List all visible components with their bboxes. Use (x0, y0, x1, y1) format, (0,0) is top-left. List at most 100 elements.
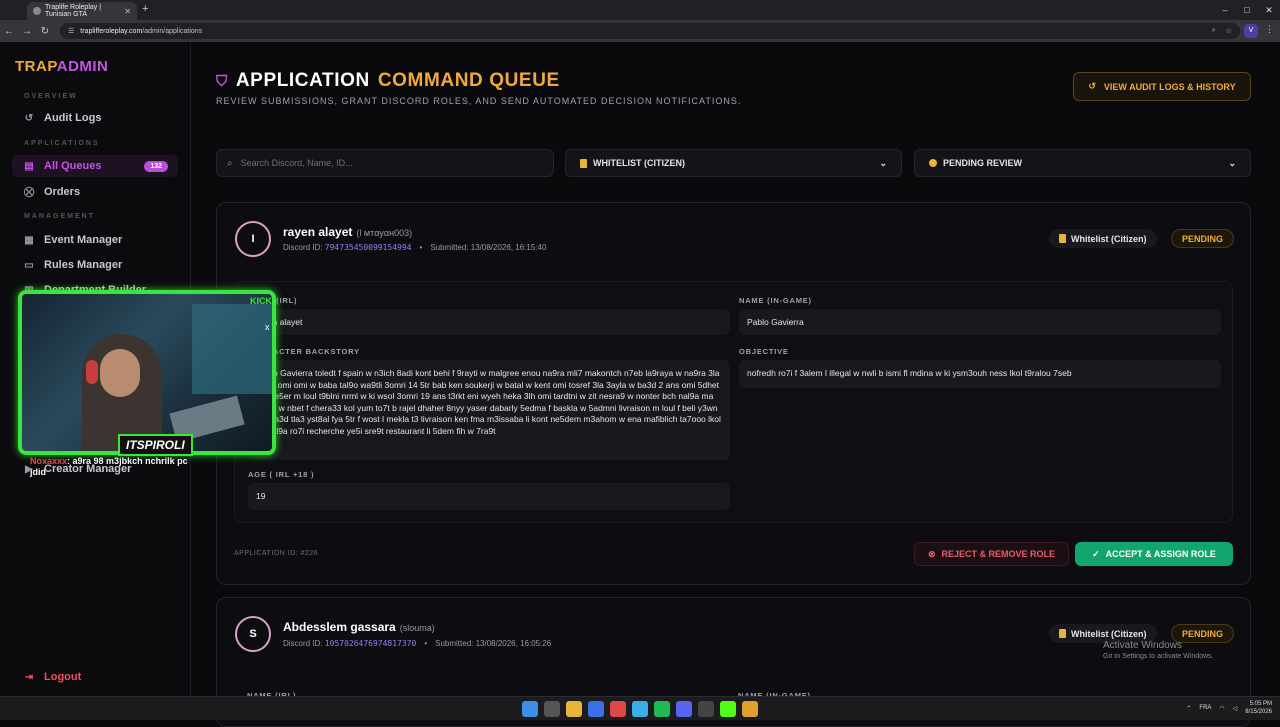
clock[interactable]: 5:05 PM 8/15/2026 (1245, 700, 1272, 716)
url-host: traplifferoleplay.com (80, 27, 143, 35)
sidebar-item-audit-logs[interactable]: ↺ Audit Logs (24, 107, 180, 129)
applicant-meta: Discord ID: 1057026476974817370 • Submit… (283, 639, 552, 648)
view-audit-logs-button[interactable]: ↺ VIEW AUDIT LOGS & HISTORY (1073, 72, 1251, 101)
minimize-icon[interactable]: – (1214, 0, 1236, 20)
document-icon (1059, 629, 1066, 638)
search-input[interactable] (240, 158, 521, 168)
submitted-date: Submitted: 13/08/2026, 16:05:26 (435, 639, 552, 648)
address-bar[interactable]: ☰ traplifferoleplay.com/admin/applicatio… (60, 23, 1240, 39)
role-tag: Whitelist (Citizen) (1049, 229, 1157, 248)
section-management: MANAGEMENT (24, 213, 95, 220)
language-indicator[interactable]: FRA (1199, 705, 1211, 711)
chevron-down-icon: ⌄ (879, 157, 887, 168)
chrome-icon[interactable] (610, 701, 626, 717)
applicant-name: rayen alayet (l мтαуαн003) (283, 225, 413, 239)
monitor-shape (192, 304, 272, 394)
zoom-icon[interactable]: ⌕ (1212, 27, 1216, 35)
new-tab-icon[interactable]: + (142, 3, 148, 15)
chevron-up-icon[interactable]: ⌃ (1186, 705, 1191, 712)
taskbar-apps (522, 701, 758, 717)
taskbar: ⌃ FRA ◠ ◁ 5:05 PM 8/15/2026 (0, 696, 1280, 720)
book-icon: ▭ (24, 259, 34, 271)
system-tray: ⌃ FRA ◠ ◁ 5:05 PM 8/15/2026 (1186, 700, 1272, 716)
submitted-date: Submitted: 13/08/2026, 16:15:40 (430, 243, 547, 252)
cart-icon: ⛒ (24, 186, 35, 198)
label-objective: OBJECTIVE (739, 347, 789, 356)
chat-message: Noxaxxx: a9ra 98 m3jbkch nchrilk pc jdid (30, 456, 188, 477)
forward-icon[interactable]: → (18, 26, 36, 37)
reject-remove-role-button[interactable]: ⊗ REJECT & REMOVE ROLE (914, 542, 1069, 566)
applicant-avatar: I (235, 221, 271, 257)
webcam-overlay (18, 290, 276, 455)
application-type-select[interactable]: WHITELIST (CITIZEN) ⌄ (565, 149, 902, 177)
page-subtitle: REVIEW SUBMISSIONS, GRANT DISCORD ROLES,… (216, 96, 742, 106)
logout-icon: ⇥ (24, 671, 34, 683)
calendar-icon: ▦ (24, 234, 34, 246)
main-content: ⛉ APPLICATION COMMAND QUEUE REVIEW SUBMI… (192, 42, 1280, 727)
brand-logo[interactable]: TRAPADMIN (15, 58, 108, 75)
start-icon[interactable] (522, 701, 538, 717)
browser-toolbar: ← → ↻ ☰ traplifferoleplay.com/admin/appl… (0, 20, 1280, 42)
discord-icon[interactable] (676, 701, 692, 717)
history-icon: ↺ (24, 112, 34, 124)
history-icon: ↺ (1088, 81, 1096, 91)
applicant-nick: (l мтαуαн003) (356, 228, 413, 238)
section-applications: APPLICATIONS (24, 140, 100, 147)
kick-icon[interactable] (720, 701, 736, 717)
applicant-meta: Discord ID: 794735450099154994 • Submitt… (283, 243, 547, 252)
spotify-icon[interactable] (654, 701, 670, 717)
sidebar-item-rules-manager[interactable]: ▭ Rules Manager (24, 254, 180, 276)
x-circle-icon: ⊗ (927, 548, 936, 559)
page-title: ⛉ APPLICATION COMMAND QUEUE (216, 70, 560, 91)
profile-avatar[interactable]: V (1244, 24, 1258, 38)
close-tab-icon[interactable]: ✕ (124, 7, 131, 16)
shield-icon: ⛉ (216, 72, 228, 90)
sidebar-item-orders[interactable]: ⛒ Orders (24, 181, 180, 203)
app-icon[interactable] (698, 701, 714, 717)
back-icon[interactable]: ← (0, 26, 18, 37)
applicant-avatar: S (235, 616, 271, 652)
file-explorer-icon[interactable] (566, 701, 582, 717)
store-icon[interactable] (588, 701, 604, 717)
field-backstory: Pablo Gavierra toledt f spain w n3ich 8a… (248, 360, 730, 460)
field-objective: nofredh ro7i f 3alem l illegal w nwli b … (739, 360, 1221, 388)
activate-windows-title: Activate Windows (1103, 640, 1182, 651)
search-icon[interactable] (544, 701, 560, 717)
list-icon: ▤ (24, 160, 34, 172)
close-window-icon[interactable]: ✕ (1258, 0, 1280, 20)
browser-tab[interactable]: Traplife Roleplay | Tunisian GTA ✕ (27, 2, 137, 20)
streamer-name: ITSPIROLI (118, 434, 193, 456)
label-name-ingame: NAME (IN-GAME) (739, 296, 812, 305)
wifi-icon[interactable]: ◠ (1219, 705, 1224, 712)
chrome-active-icon[interactable] (742, 701, 758, 717)
sidebar-item-event-manager[interactable]: ▦ Event Manager (24, 229, 180, 251)
field-name-irl: rayen alayet (248, 309, 730, 335)
discord-id: 1057026476974817370 (324, 639, 417, 648)
document-icon (1059, 234, 1066, 243)
search-box[interactable]: ⌕ (216, 149, 554, 177)
headphones-icon (86, 360, 98, 384)
status-select[interactable]: PENDING REVIEW ⌄ (914, 149, 1251, 177)
tab-title: Traplife Roleplay | Tunisian GTA (45, 4, 102, 18)
window-controls: – □ ✕ (1214, 0, 1280, 20)
browser-menu-icon[interactable]: ⋮ (1265, 24, 1274, 35)
site-info-icon[interactable]: ☰ (68, 27, 74, 35)
logout-button[interactable]: ⇥ Logout (24, 666, 180, 688)
maximize-icon[interactable]: □ (1236, 0, 1258, 20)
discord-id: 794735450099154994 (324, 243, 412, 252)
browser-tabstrip: Traplife Roleplay | Tunisian GTA ✕ + – □… (0, 0, 1280, 20)
accept-assign-role-button[interactable]: ✓ ACCEPT & ASSIGN ROLE (1075, 542, 1233, 566)
status-badge: PENDING (1171, 229, 1235, 248)
application-card: I rayen alayet (l мтαуαн003) Discord ID: … (216, 202, 1251, 585)
bookmark-star-icon[interactable]: ☆ (1226, 27, 1232, 35)
sidebar-item-all-queues[interactable]: ▤ All Queues 132 (12, 155, 178, 177)
kick-logo: KICK (250, 296, 272, 306)
chevron-down-icon: ⌄ (1228, 157, 1236, 168)
field-name-ingame: Pablo Gavierra (739, 309, 1221, 335)
label-age: AGE ( IRL +18 ) (248, 470, 315, 479)
reload-icon[interactable]: ↻ (36, 26, 54, 37)
applicant-name: Abdesslem gassara (slouma) (283, 620, 435, 634)
streamer-face (100, 349, 140, 397)
edge-icon[interactable] (632, 701, 648, 717)
volume-icon[interactable]: ◁ (1233, 705, 1238, 712)
